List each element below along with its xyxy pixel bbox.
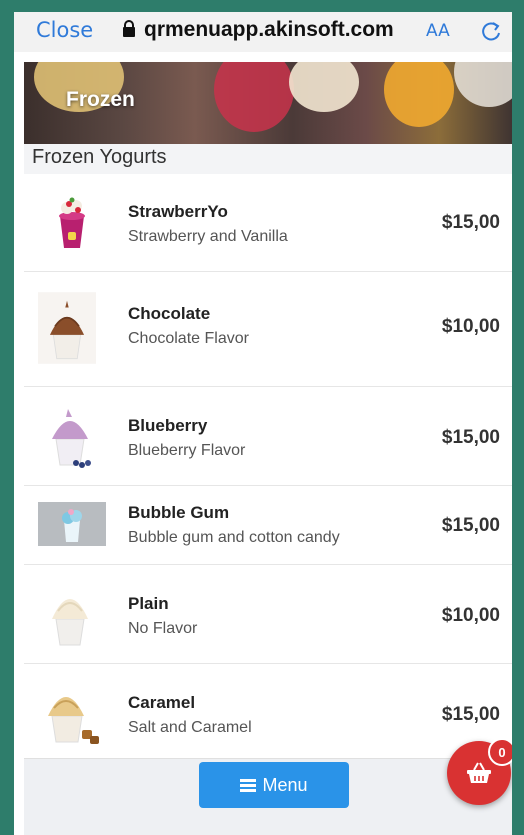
- item-description: Blueberry Flavor: [128, 442, 246, 459]
- strawberry-cup-image: [59, 197, 85, 248]
- item-price: $15,00: [441, 704, 500, 725]
- lock-icon: [123, 19, 135, 37]
- menu-button[interactable]: Menu: [199, 762, 349, 808]
- menu-item-bubble-gum[interactable]: Bubble Gum Bubble gum and cotton candy $…: [24, 486, 512, 565]
- item-description: No Flavor: [128, 620, 198, 637]
- item-description: Bubble gum and cotton candy: [128, 529, 340, 546]
- item-price: $15,00: [441, 427, 500, 448]
- bottom-bar: Menu: [24, 758, 512, 835]
- hero-swirl-pink: [214, 62, 294, 132]
- menu-button-label: Menu: [262, 774, 308, 795]
- cart-count-badge: 0: [488, 738, 512, 766]
- blueberry-cup-image: [52, 409, 91, 468]
- item-description: Chocolate Flavor: [128, 330, 249, 347]
- item-name: Caramel: [128, 693, 196, 712]
- hero-banner: Frozen: [24, 62, 512, 144]
- bubblegum-cup-image: [38, 502, 106, 546]
- hero-title: Frozen: [66, 88, 135, 111]
- reload-icon[interactable]: [480, 20, 502, 42]
- url-text: qrmenuapp.akinsoft.com: [144, 18, 394, 41]
- item-description: Strawberry and Vanilla: [128, 228, 288, 245]
- plain-cup-image: [52, 599, 88, 646]
- menu-item-caramel[interactable]: Caramel Salt and Caramel $15,00: [24, 664, 512, 762]
- close-button[interactable]: Close: [36, 18, 93, 42]
- menu-item-strawberryo[interactable]: StrawberrYo Strawberry and Vanilla $15,0…: [24, 174, 512, 272]
- menu-list: StrawberrYo Strawberry and Vanilla $15,0…: [24, 174, 512, 762]
- caramel-cup-image: [48, 697, 99, 744]
- menu-item-plain[interactable]: Plain No Flavor $10,00: [24, 565, 512, 664]
- category-header: Frozen Yogurts: [24, 144, 512, 174]
- hero-swirl-cream: [289, 62, 359, 112]
- item-name: Blueberry: [128, 416, 208, 435]
- menu-item-chocolate[interactable]: Chocolate Chocolate Flavor $10,00: [24, 272, 512, 387]
- item-name: StrawberrYo: [128, 202, 228, 221]
- item-price: $15,00: [441, 515, 500, 536]
- item-name: Plain: [128, 594, 169, 613]
- item-name: Chocolate: [128, 304, 211, 323]
- text-size-button[interactable]: AA: [426, 21, 450, 41]
- item-price: $15,00: [441, 212, 500, 233]
- hero-swirl-orange: [384, 62, 454, 127]
- basket-icon: [467, 762, 491, 783]
- item-description: Salt and Caramel: [128, 719, 252, 736]
- hero-swirl-white: [454, 62, 512, 107]
- item-price: $10,00: [441, 316, 500, 337]
- item-name: Bubble Gum: [128, 503, 230, 522]
- address-bar[interactable]: qrmenuapp.akinsoft.com: [122, 18, 394, 42]
- chocolate-cone-image: [38, 292, 96, 364]
- phone-screen: Close qrmenuapp.akinsoft.com AA Frozen F…: [14, 12, 512, 835]
- item-price: $10,00: [441, 605, 500, 626]
- category-title: Frozen Yogurts: [32, 146, 167, 168]
- hamburger-icon: [240, 778, 257, 792]
- browser-bar: Close qrmenuapp.akinsoft.com AA: [14, 12, 512, 52]
- menu-item-blueberry[interactable]: Blueberry Blueberry Flavor $15,00: [24, 387, 512, 486]
